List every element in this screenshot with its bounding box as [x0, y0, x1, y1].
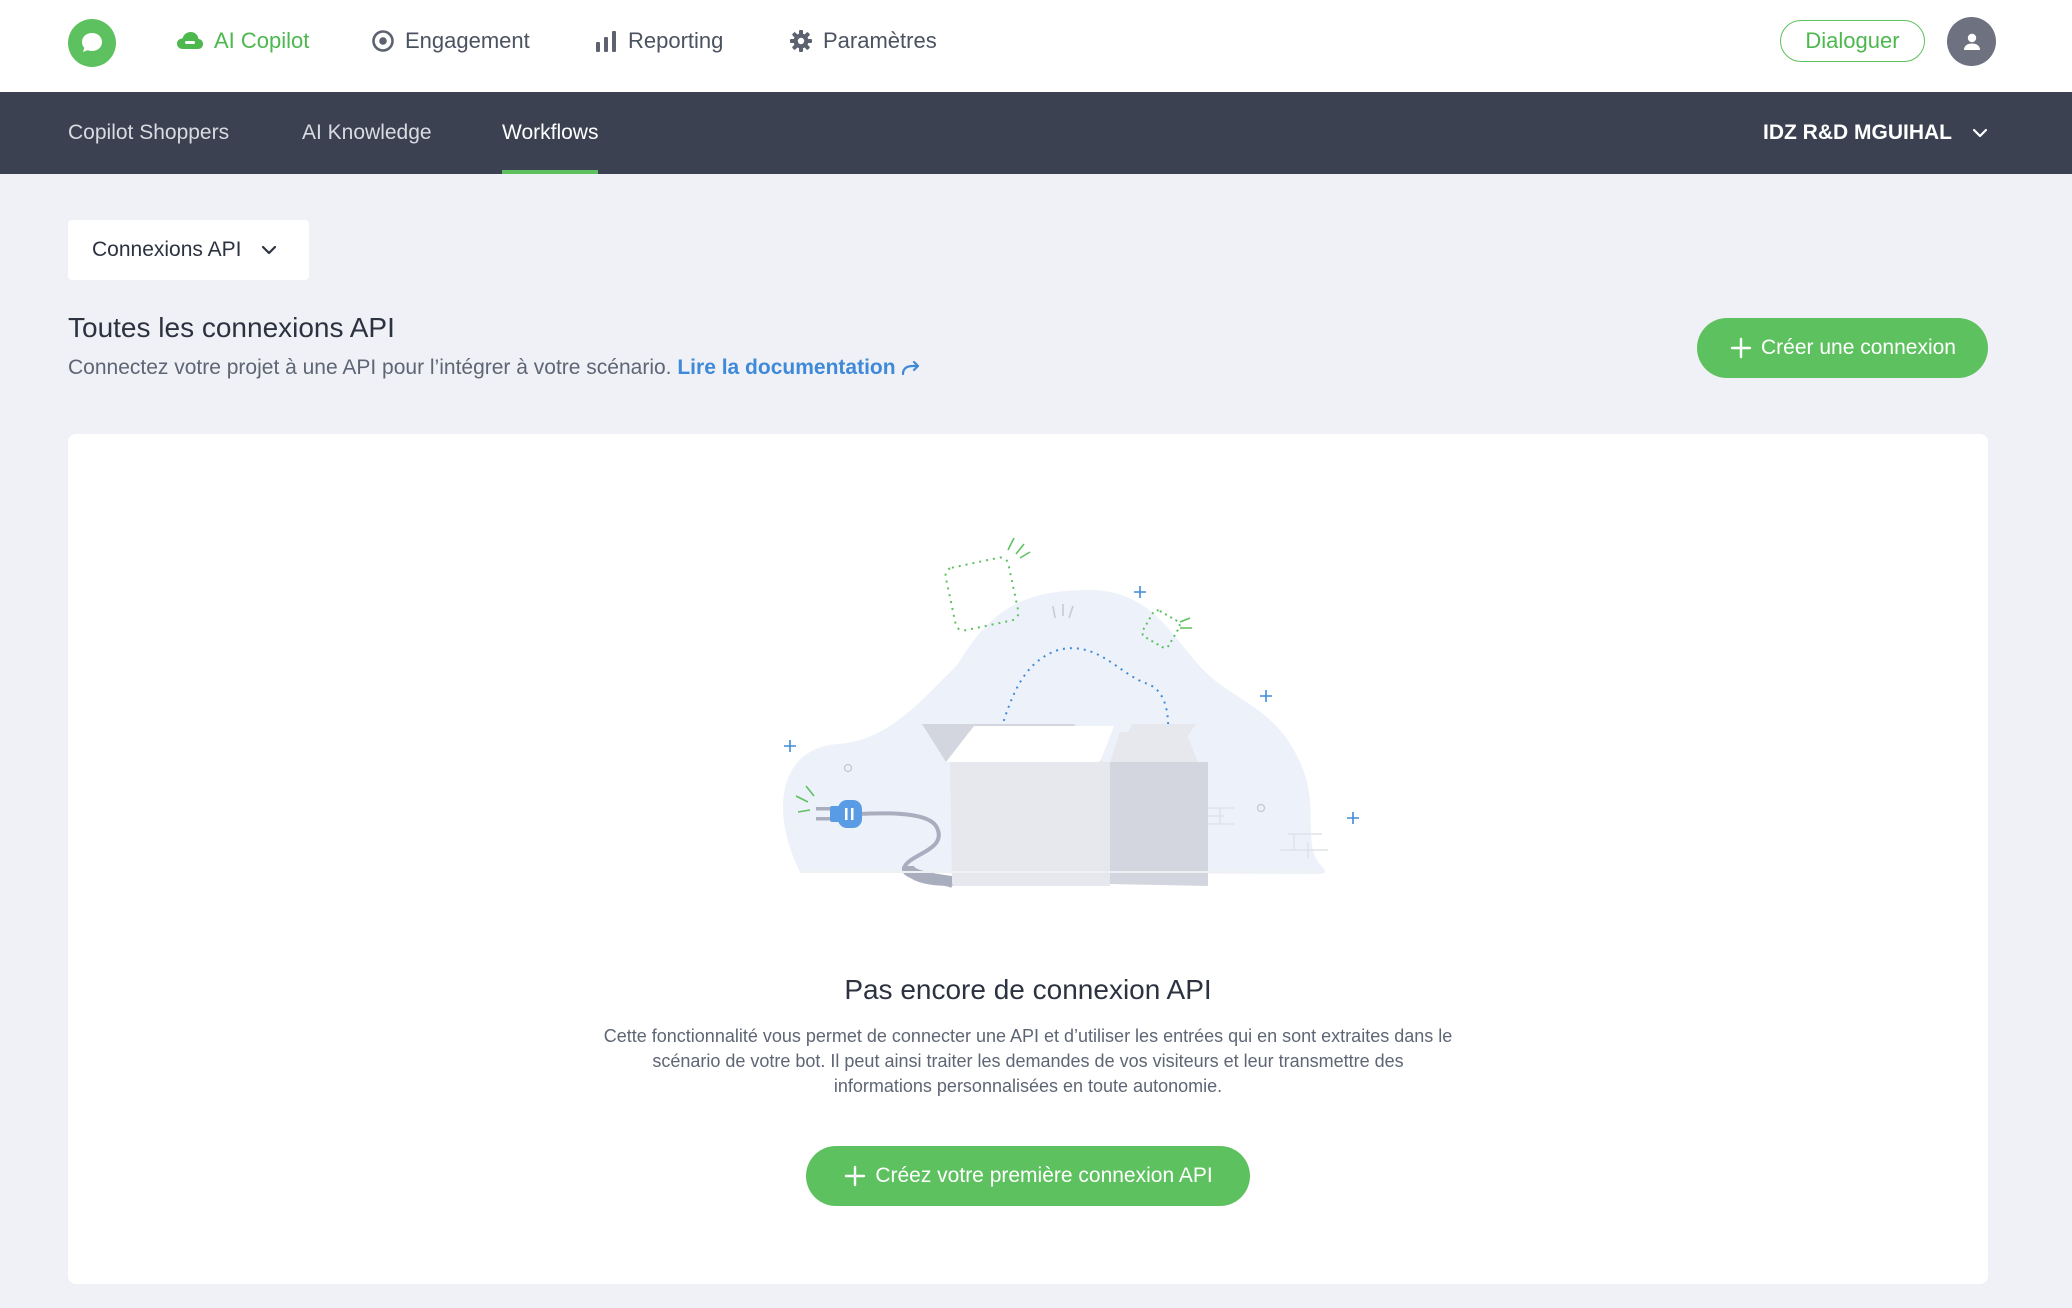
nav-label: AI Copilot	[214, 28, 310, 53]
chat-bubble-icon	[82, 33, 102, 52]
nav-label: Paramètres	[823, 28, 937, 53]
page-subtitle: Connectez votre projet à une API pour l’…	[68, 356, 921, 380]
dialoguer-button[interactable]: Dialoguer	[1780, 20, 1925, 62]
top-navbar: AI Copilot Engagement Reporting Paramètr…	[0, 0, 2072, 92]
organization-selector[interactable]: IDZ R&D MGUIHAL	[1763, 92, 1988, 174]
subtitle-text: Connectez votre projet à une API pour l’…	[68, 356, 672, 379]
tab-copilot-shoppers[interactable]: Copilot Shoppers	[68, 92, 229, 174]
dropdown-label: Connexions API	[92, 238, 242, 261]
cloud-icon	[177, 32, 203, 49]
empty-state-description: Cette fonctionnalité vous permet de conn…	[568, 1024, 1488, 1099]
bar-chart-icon	[596, 31, 616, 52]
target-icon	[372, 30, 394, 52]
app-logo[interactable]	[68, 19, 116, 67]
description-line: Cette fonctionnalité vous permet de conn…	[603, 1026, 1453, 1046]
nav-parametres[interactable]: Paramètres	[789, 22, 937, 60]
create-first-connection-label: Créez votre première connexion API	[875, 1164, 1213, 1187]
tab-label: Copilot Shoppers	[68, 121, 230, 144]
nav-reporting[interactable]: Reporting	[594, 22, 723, 60]
sub-navbar: Copilot Shoppers AI Knowledge Workflows …	[0, 92, 2072, 174]
empty-state-card: Pas encore de connexion API Cette foncti…	[68, 434, 1988, 1284]
page-title: Toutes les connexions API	[68, 312, 395, 343]
external-arrow-icon	[902, 360, 920, 376]
user-avatar[interactable]	[1947, 17, 1996, 66]
tab-ai-knowledge[interactable]: AI Knowledge	[302, 92, 432, 174]
plus-icon	[845, 1165, 866, 1187]
documentation-link[interactable]: Lire la documentation	[677, 356, 921, 379]
gear-icon	[790, 30, 812, 52]
description-line: scénario de votre bot. Il peut ainsi tra…	[652, 1051, 1404, 1071]
tab-label: AI Knowledge	[302, 121, 432, 144]
nav-engagement[interactable]: Engagement	[371, 22, 530, 60]
empty-state-title: Pas encore de connexion API	[844, 974, 1212, 1005]
documentation-link-label: Lire la documentation	[677, 356, 896, 379]
create-connection-label: Créer une connexion	[1761, 336, 1956, 359]
connection-type-dropdown[interactable]: Connexions API	[68, 220, 309, 280]
description-line: informations personnalisées en toute aut…	[833, 1076, 1223, 1096]
nav-label: Engagement	[405, 28, 530, 53]
create-first-connection-button[interactable]: Créez votre première connexion API	[806, 1146, 1250, 1206]
create-connection-button[interactable]: Créer une connexion	[1697, 318, 1988, 378]
user-icon	[1963, 33, 1980, 50]
nav-label: Reporting	[628, 28, 724, 53]
plus-icon	[1730, 337, 1752, 359]
tab-label: Workflows	[502, 121, 599, 144]
chevron-down-icon	[1972, 128, 1988, 138]
chevron-down-icon	[262, 245, 277, 255]
nav-ai-copilot[interactable]: AI Copilot	[176, 22, 309, 60]
empty-box-illustration	[783, 537, 1359, 888]
tab-workflows[interactable]: Workflows	[502, 92, 599, 174]
organization-name: IDZ R&D MGUIHAL	[1763, 121, 1952, 144]
